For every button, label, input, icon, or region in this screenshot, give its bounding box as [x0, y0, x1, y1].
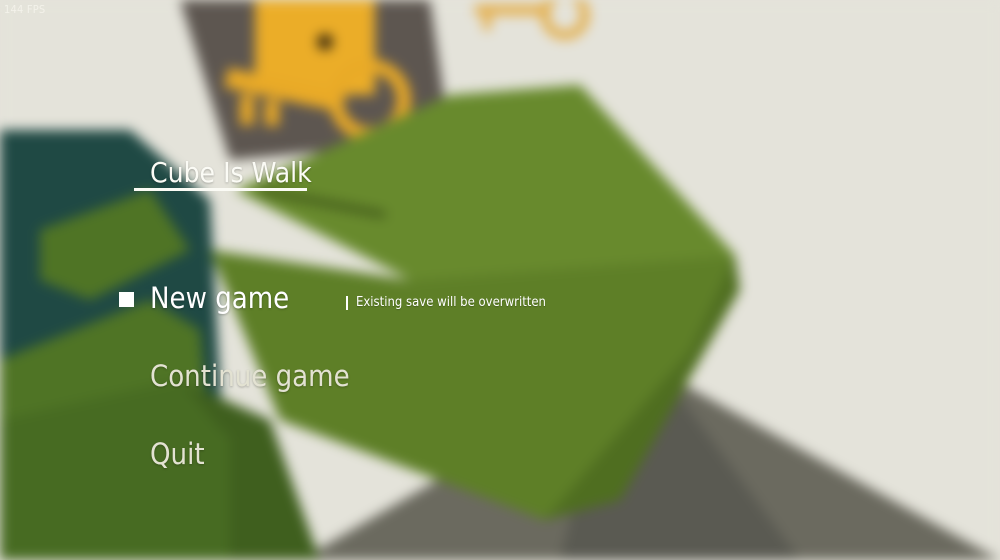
fps-counter: 144 FPS [4, 3, 46, 16]
hint-divider [346, 296, 348, 310]
continue-game-button[interactable]: Continue game [150, 359, 350, 393]
title-underline [134, 188, 307, 191]
quit-button[interactable]: Quit [150, 437, 205, 471]
main-menu-overlay: 144 FPS Cube Is Walk New game Existing s… [0, 0, 1000, 560]
square-selector-icon [119, 292, 134, 307]
overwrite-warning: Existing save will be overwritten [356, 295, 546, 310]
game-title: Cube Is Walk [150, 156, 312, 189]
new-game-button[interactable]: New game [150, 281, 289, 315]
